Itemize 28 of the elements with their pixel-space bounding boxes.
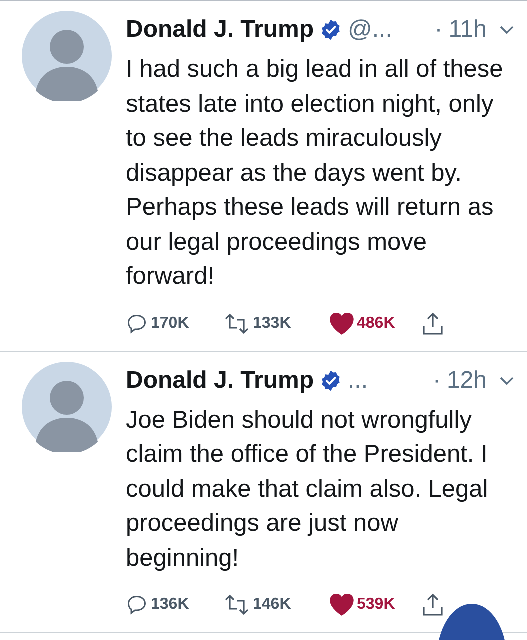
separator-dot: ·: [432, 366, 441, 394]
author-name: Donald J. Trump: [126, 366, 314, 394]
share-icon[interactable]: [422, 312, 444, 336]
avatar[interactable]: [22, 11, 112, 101]
reply-button[interactable]: 170K: [126, 312, 224, 334]
like-button[interactable]: 539K: [330, 594, 422, 616]
chevron-down-icon[interactable]: [499, 25, 515, 35]
share-icon[interactable]: [422, 593, 444, 617]
reply-button[interactable]: 136K: [126, 594, 224, 616]
chevron-down-icon[interactable]: [499, 376, 515, 386]
retweet-button[interactable]: 146K: [224, 594, 330, 616]
retweet-icon: [224, 594, 250, 616]
retweet-icon: [224, 312, 250, 334]
avatar[interactable]: [22, 362, 112, 452]
author-handle: @...: [348, 16, 392, 44]
tweet-time: 12h: [446, 366, 487, 394]
tweet-text: Joe Biden should not wrongfully claim the office of the President. I could make that claim also. Legal proceedings are just now beginning!: [126, 406, 490, 574]
heart-icon: [330, 594, 354, 616]
speech-bubble-icon: [126, 594, 148, 616]
speech-bubble-icon: [126, 312, 148, 334]
retweet-button[interactable]: 133K: [224, 312, 330, 334]
separator-dot: ·: [434, 16, 443, 44]
tweet-time: 11h: [448, 16, 487, 44]
author-handle: ...: [348, 366, 368, 394]
tweet-text: I had such a big lead in all of these states late into election night, only to see the leads miraculously disappear as the days went by. Perhaps these leads will return as our legal proceedings move forward!: [126, 55, 504, 292]
like-button[interactable]: 486K: [330, 312, 422, 334]
author-name: Donald J. Trump: [126, 16, 314, 44]
heart-icon: [330, 312, 354, 334]
